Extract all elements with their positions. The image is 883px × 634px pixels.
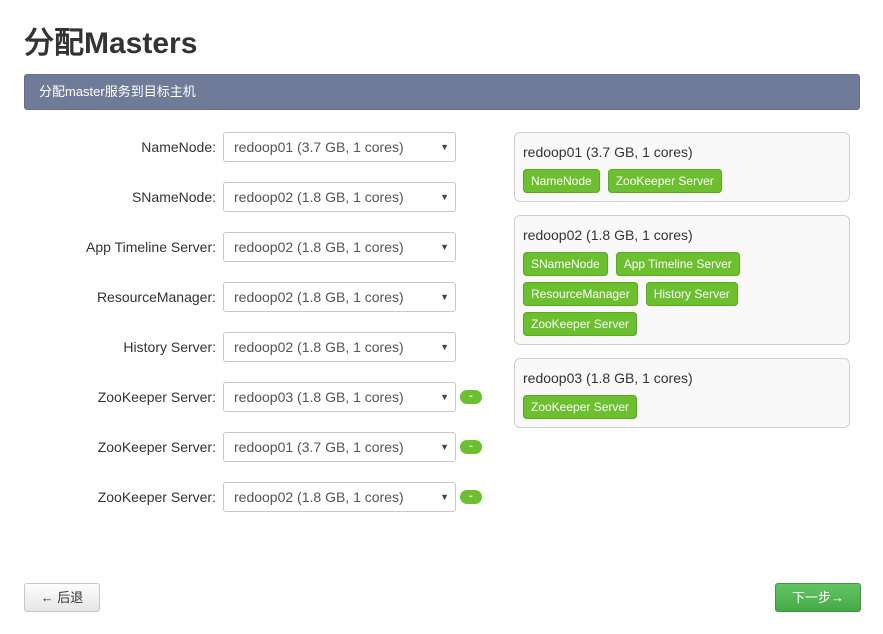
component-chip-list: SNameNode App Timeline Server ResourceMana… (523, 252, 841, 336)
host-select-value: redoop01 (3.7 GB, 1 cores) (234, 439, 404, 455)
host-name: redoop01 (3.7 GB, 1 cores) (523, 144, 693, 160)
remove-zookeeper-button[interactable]: - (460, 390, 482, 404)
component-label: NameNode: (141, 139, 216, 155)
host-select-value: redoop03 (1.8 GB, 1 cores) (234, 389, 404, 405)
component-chip: NameNode (523, 169, 600, 193)
component-label: ZooKeeper Server: (97, 439, 216, 455)
host-select-value: redoop02 (1.8 GB, 1 cores) (234, 489, 404, 505)
chevron-down-icon: ▼ (440, 342, 449, 352)
page-title: 分配Masters (24, 27, 198, 60)
host-select[interactable]: redoop01 (3.7 GB, 1 cores) ▼ (223, 132, 456, 162)
component-chip: ZooKeeper Server (607, 169, 722, 193)
component-chip: History Server (645, 282, 738, 306)
assignment-row: NameNode: redoop01 (3.7 GB, 1 cores) ▼ (0, 132, 500, 162)
host-card: redoop01 (3.7 GB, 1 cores) NameNode ZooKee… (514, 132, 850, 202)
chevron-down-icon: ▼ (440, 142, 449, 152)
host-select-value: redoop02 (1.8 GB, 1 cores) (234, 289, 404, 305)
assignment-row: ZooKeeper Server: redoop03 (1.8 GB, 1 cor… (0, 382, 500, 412)
component-label: SNameNode: (131, 189, 216, 205)
host-name: redoop02 (1.8 GB, 1 cores) (523, 227, 693, 243)
assignment-row: ZooKeeper Server: redoop02 (1.8 GB, 1 cor… (0, 482, 500, 512)
assignment-row: ZooKeeper Server: redoop01 (3.7 GB, 1 cor… (0, 432, 500, 462)
next-button[interactable]: 下一步→ (775, 583, 861, 612)
section-banner: 分配master服务到目标主机 (24, 74, 860, 110)
host-card: redoop03 (1.8 GB, 1 cores) ZooKeeper Serv… (514, 358, 850, 428)
assignment-row: SNameNode: redoop02 (1.8 GB, 1 cores) ▼ (0, 182, 500, 212)
chevron-down-icon: ▼ (440, 192, 449, 202)
component-label: ZooKeeper Server: (97, 389, 216, 405)
back-button[interactable]: ← 后退 (24, 583, 100, 612)
host-select[interactable]: redoop02 (1.8 GB, 1 cores) ▼ (223, 232, 456, 262)
component-chip: ResourceManager (523, 282, 638, 306)
component-label: ZooKeeper Server: (97, 489, 216, 505)
chevron-down-icon: ▼ (440, 492, 449, 502)
chevron-down-icon: ▼ (440, 242, 449, 252)
component-chip: App Timeline Server (615, 252, 740, 276)
host-select[interactable]: redoop02 (1.8 GB, 1 cores) ▼ (223, 282, 456, 312)
host-select[interactable]: redoop02 (1.8 GB, 1 cores) ▼ (223, 332, 456, 362)
host-select[interactable]: redoop01 (3.7 GB, 1 cores) ▼ (223, 432, 456, 462)
component-label: App Timeline Server: (86, 239, 216, 255)
component-chip: SNameNode (523, 252, 608, 276)
remove-zookeeper-button[interactable]: - (460, 440, 482, 454)
component-chip-list: NameNode ZooKeeper Server (523, 169, 841, 193)
host-select-value: redoop02 (1.8 GB, 1 cores) (234, 339, 404, 355)
chevron-down-icon: ▼ (440, 392, 449, 402)
assignment-row: ResourceManager: redoop02 (1.8 GB, 1 core… (0, 282, 500, 312)
host-select[interactable]: redoop03 (1.8 GB, 1 cores) ▼ (223, 382, 456, 412)
assignment-row: History Server: redoop02 (1.8 GB, 1 cores… (0, 332, 500, 362)
host-select[interactable]: redoop02 (1.8 GB, 1 cores) ▼ (223, 182, 456, 212)
component-label: History Server: (123, 339, 216, 355)
assignment-row: App Timeline Server: redoop02 (1.8 GB, 1 … (0, 232, 500, 262)
host-card: redoop02 (1.8 GB, 1 cores) SNameNode App T… (514, 215, 850, 345)
host-select-value: redoop02 (1.8 GB, 1 cores) (234, 239, 404, 255)
component-chip-list: ZooKeeper Server (523, 395, 841, 419)
host-select-value: redoop01 (3.7 GB, 1 cores) (234, 139, 404, 155)
component-chip: ZooKeeper Server (523, 395, 638, 419)
chevron-down-icon: ▼ (440, 292, 449, 302)
host-select-value: redoop02 (1.8 GB, 1 cores) (234, 189, 404, 205)
chevron-down-icon: ▼ (440, 442, 449, 452)
host-name: redoop03 (1.8 GB, 1 cores) (523, 370, 693, 386)
remove-zookeeper-button[interactable]: - (460, 490, 482, 504)
component-label: ResourceManager: (96, 289, 216, 305)
host-select[interactable]: redoop02 (1.8 GB, 1 cores) ▼ (223, 482, 456, 512)
component-chip: ZooKeeper Server (523, 312, 638, 336)
